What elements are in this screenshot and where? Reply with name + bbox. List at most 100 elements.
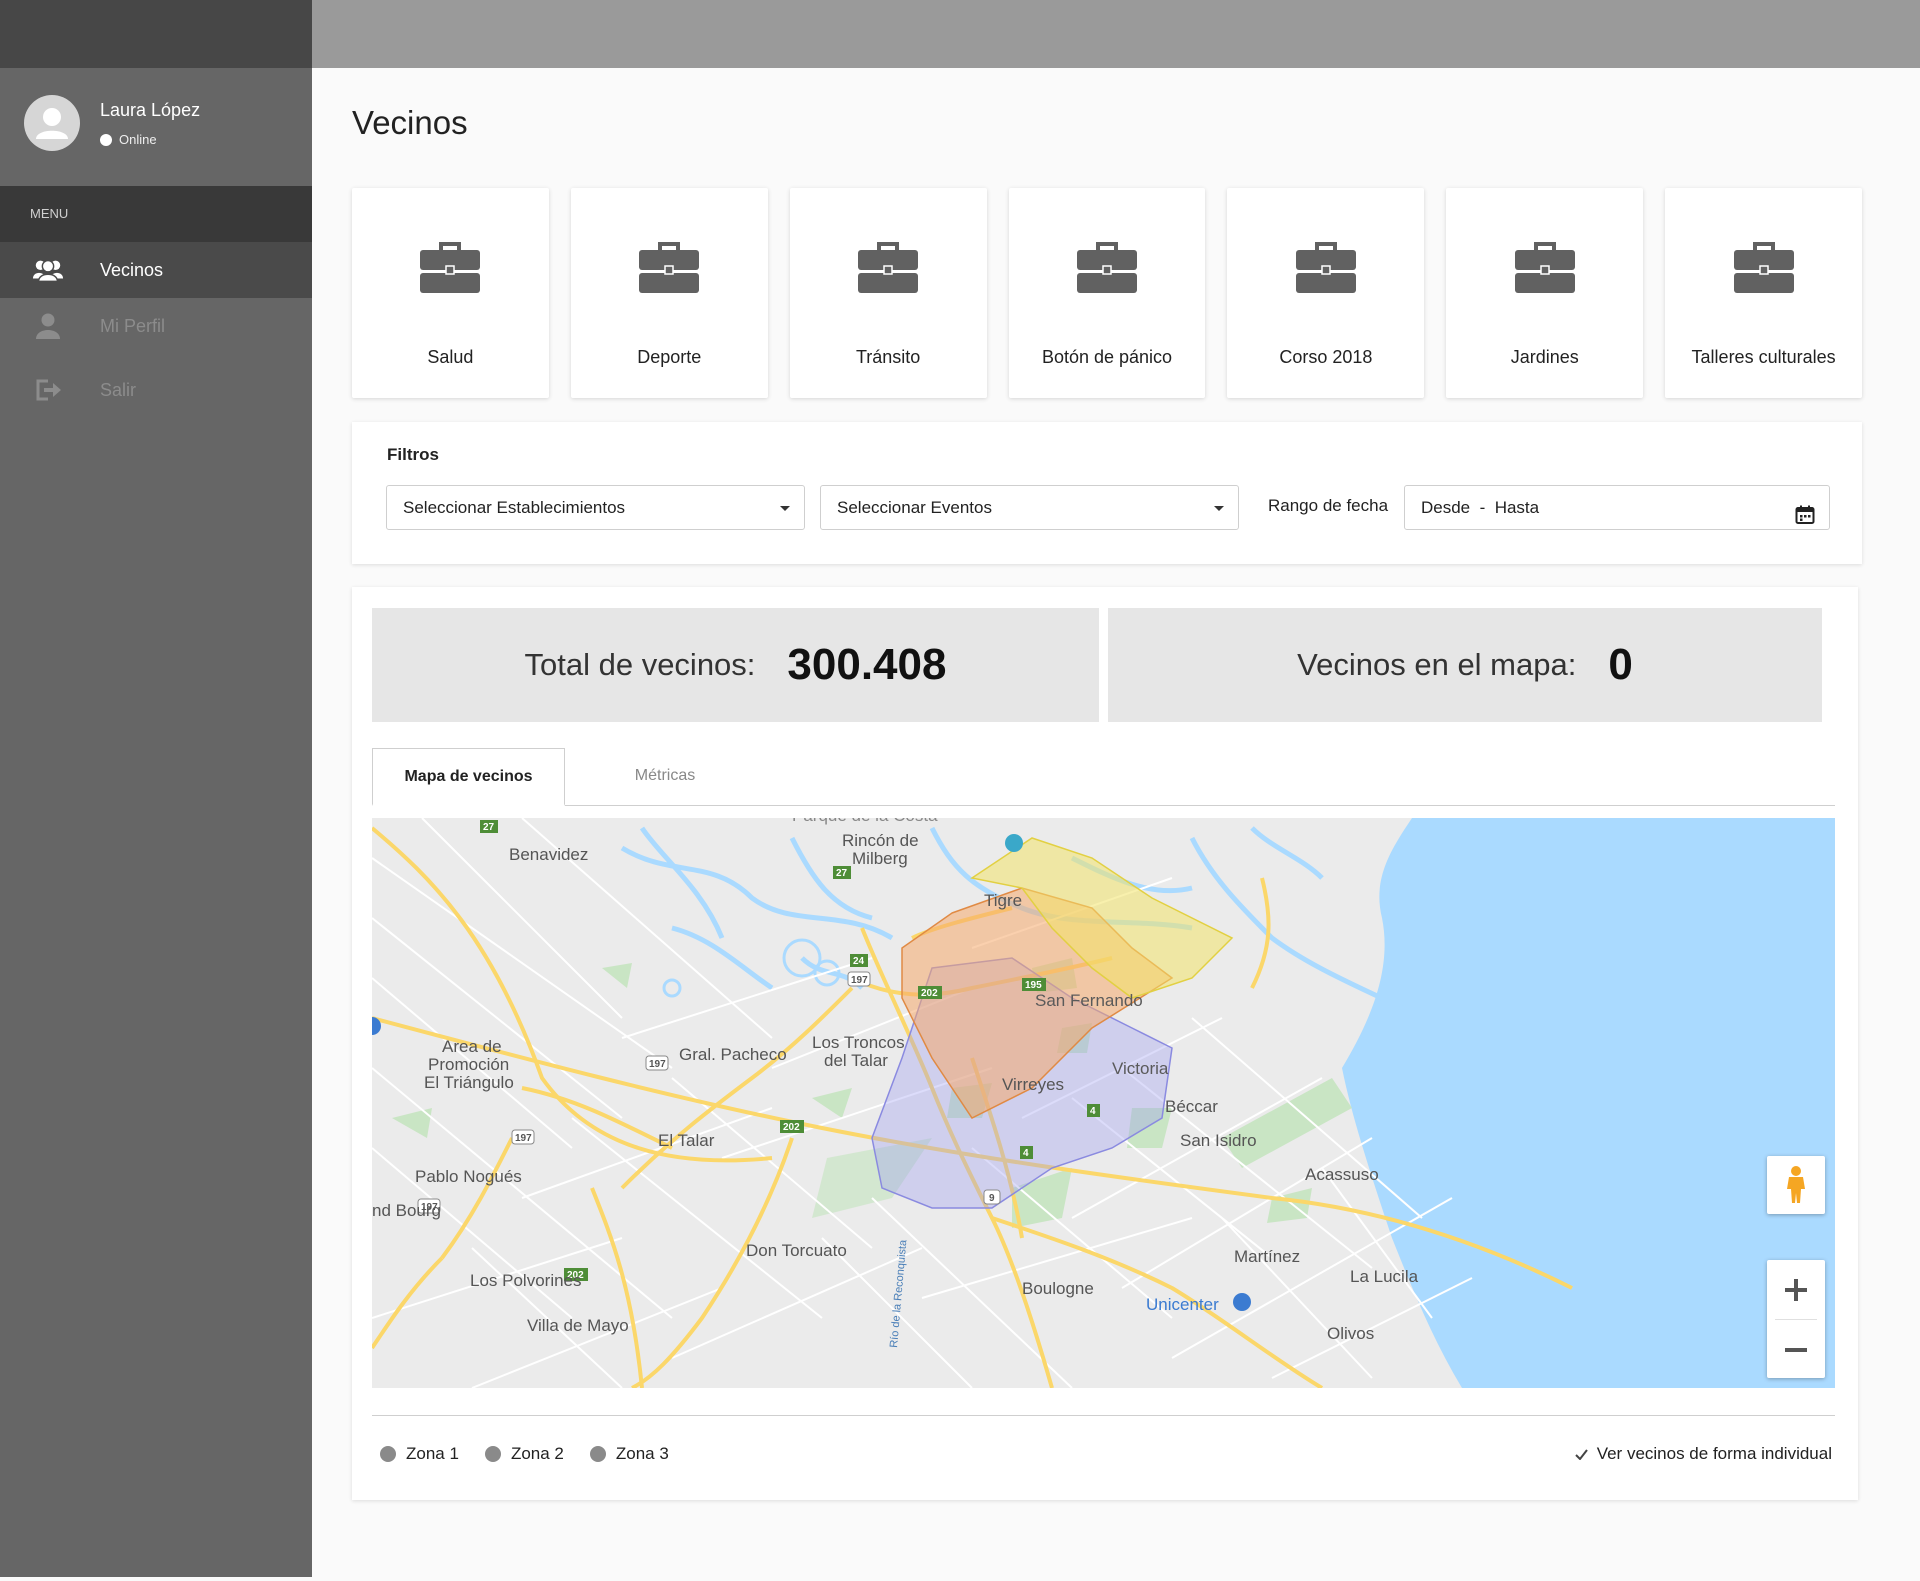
legend-label: Zona 2 [510,1444,564,1463]
svg-text:197: 197 [515,1133,532,1144]
category-label: Corso 2018 [1279,347,1373,367]
date-range-label: Rango de fecha [1268,496,1389,515]
svg-text:Béccar: Béccar [1165,1097,1218,1116]
street-view-pegman-icon[interactable] [1767,1156,1825,1214]
category-label: Talleres culturales [1691,347,1836,367]
category-label: Deporte [637,347,702,367]
legend-divider [372,1415,1835,1416]
legend-dot-icon [589,1446,606,1462]
sidebar-item-label: Salir [100,379,137,400]
svg-text:4: 4 [1090,1106,1096,1117]
svg-text:202: 202 [921,988,938,999]
category-card-boton-de-panico[interactable]: Botón de pánico [1008,188,1206,398]
user-status-label: Online [119,132,157,147]
total-vecinos-value: 300.408 [787,640,947,689]
individual-view-toggle[interactable]: Ver vecinos de forma individual [1574,1444,1832,1464]
calendar-icon[interactable] [1795,498,1815,541]
sidebar-item-mi-perfil[interactable]: Mi Perfil [0,298,312,354]
category-card-talleres-culturales[interactable]: Talleres culturales [1665,188,1863,398]
svg-text:El Triángulo: El Triángulo [424,1073,514,1092]
zoom-in-button[interactable] [1767,1260,1825,1319]
events-select[interactable]: Seleccionar Eventos [820,485,1239,530]
events-select-value: Seleccionar Eventos [837,498,992,517]
zoom-out-button[interactable] [1767,1320,1825,1379]
user-status: Online [100,132,157,147]
total-vecinos-label: Total de vecinos: [524,647,756,682]
vecinos-mapa-value: 0 [1608,640,1633,689]
legend-item-zona-3[interactable]: Zona 3 [589,1444,669,1464]
svg-text:195: 195 [1025,980,1042,991]
svg-text:197: 197 [851,975,868,986]
svg-text:Victoria: Victoria [1112,1059,1169,1078]
vecinos-mapa-stat: Vecinos en el mapa: 0 [1108,608,1822,722]
category-card-corso-2018[interactable]: Corso 2018 [1227,188,1425,398]
zone-legend: Zona 1 Zona 2 Zona 3 [380,1444,669,1464]
vecinos-mapa-label: Vecinos en el mapa: [1297,647,1577,682]
svg-text:202: 202 [783,1122,800,1133]
sidebar-item-label: Mi Perfil [100,315,166,336]
map-canvas: 27 27 24 202 195 202 202 4 4 197 197 197… [372,818,1835,1388]
avatar[interactable] [24,95,80,151]
zoom-control [1767,1260,1825,1378]
category-card-transito[interactable]: Tránsito [789,188,987,398]
user-silhouette-icon [36,108,68,139]
svg-text:Benavidez: Benavidez [509,845,588,864]
legend-dot-icon [484,1446,501,1462]
svg-text:nd Bourg: nd Bourg [372,1201,441,1220]
briefcase-icon [1295,240,1356,299]
minus-icon [1785,1347,1807,1352]
caret-down-icon [780,506,790,511]
svg-text:197: 197 [649,1059,666,1070]
briefcase-icon [639,240,700,299]
svg-text:Acassuso: Acassuso [1305,1165,1379,1184]
sidebar: Laura López Online MENU Vecinos Mi Perfi… [0,0,312,1577]
svg-text:Virreyes: Virreyes [1002,1075,1064,1094]
category-label: Jardines [1510,347,1579,367]
results-panel: Total de vecinos: 300.408 Vecinos en el … [352,587,1858,1500]
checkmark-icon [1574,1448,1588,1460]
user-name: Laura López [100,100,201,120]
establishments-select-value: Seleccionar Establecimientos [403,498,626,517]
logout-icon [32,376,64,404]
category-card-deporte[interactable]: Deporte [570,188,768,398]
tab-bar: Mapa de vecinos Métricas [372,748,1835,806]
tab-metricas[interactable]: Métricas [565,748,765,806]
establishments-select[interactable]: Seleccionar Establecimientos [386,485,805,530]
sidebar-item-vecinos[interactable]: Vecinos [0,242,312,298]
individual-view-label: Ver vecinos de forma individual [1596,1444,1832,1463]
svg-text:del Talar: del Talar [824,1051,888,1070]
category-card-salud[interactable]: Salud [352,188,549,398]
sidebar-item-label: Vecinos [100,259,164,280]
neighbors-map[interactable]: 27 27 24 202 195 202 202 4 4 197 197 197… [372,818,1835,1388]
tab-mapa-de-vecinos[interactable]: Mapa de vecinos [372,748,565,806]
svg-text:La Lucila: La Lucila [1350,1267,1419,1286]
svg-text:Unicenter: Unicenter [1146,1295,1219,1314]
category-label: Botón de pánico [1041,347,1173,367]
svg-text:Don Torcuato: Don Torcuato [746,1241,847,1260]
svg-text:27: 27 [836,868,848,879]
svg-text:Boulogne: Boulogne [1022,1279,1094,1298]
plus-icon [1785,1278,1807,1301]
svg-text:Area de: Area de [442,1037,502,1056]
svg-text:Tigre: Tigre [984,891,1022,910]
svg-text:Villa de Mayo: Villa de Mayo [527,1316,629,1335]
briefcase-icon [1077,240,1137,299]
sidebar-item-salir[interactable]: Salir [0,362,312,418]
category-card-jardines[interactable]: Jardines [1446,188,1644,398]
date-range-input[interactable]: Desde - Hasta [1404,485,1830,530]
date-range-value: Desde - Hasta [1421,498,1540,517]
svg-text:El Talar: El Talar [658,1131,715,1150]
sidebar-header [0,0,312,68]
briefcase-icon [1514,240,1575,299]
svg-text:9: 9 [989,1193,995,1204]
users-icon [32,256,64,284]
category-label: Salud [427,347,474,367]
category-cards: Salud Deporte Tránsito Botón de pánico C… [352,188,1863,398]
legend-item-zona-1[interactable]: Zona 1 [380,1444,459,1464]
svg-text:Parque de la Costa: Parque de la Costa [792,818,938,825]
svg-text:4: 4 [1023,1148,1029,1159]
svg-text:Rincón de: Rincón de [842,831,919,850]
svg-text:Promoción: Promoción [428,1055,509,1074]
caret-down-icon [1214,506,1224,511]
legend-item-zona-2[interactable]: Zona 2 [484,1444,564,1464]
